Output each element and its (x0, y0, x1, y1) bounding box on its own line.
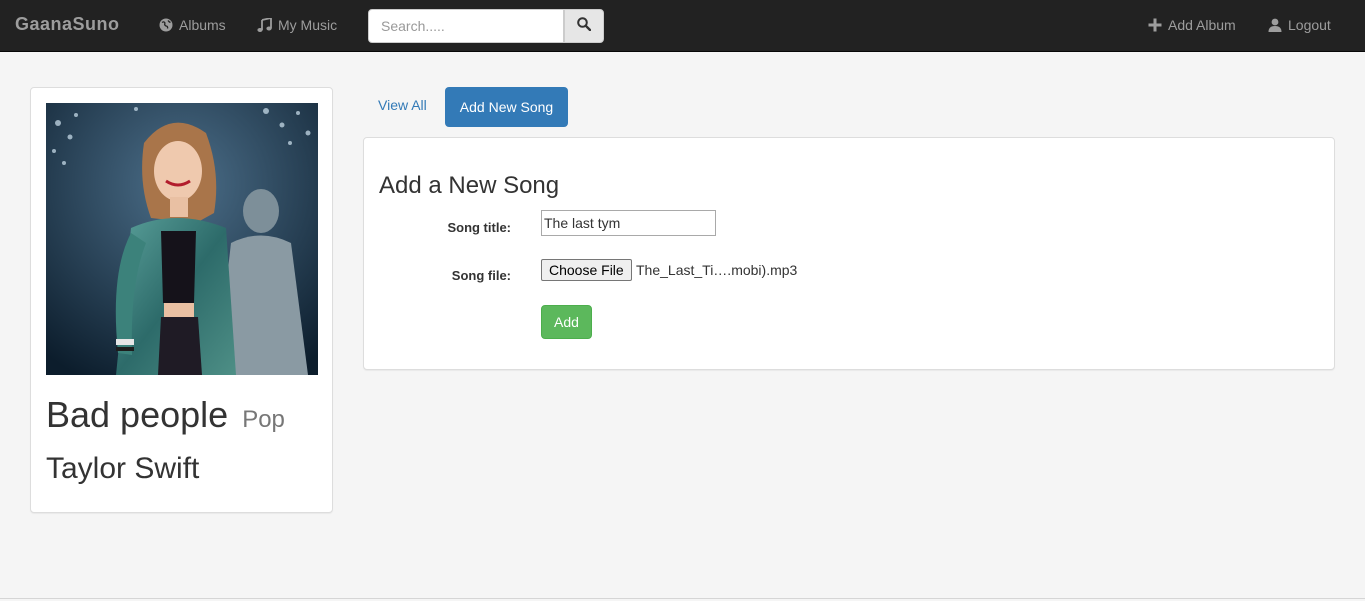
song-title-label: Song title: (447, 220, 511, 235)
album-title-text: Bad people (46, 394, 229, 435)
nav-logout[interactable]: Logout (1268, 17, 1331, 33)
tab-view-all[interactable]: View All (363, 87, 442, 127)
search-icon (577, 16, 592, 36)
nav-my-music[interactable]: My Music (257, 17, 337, 33)
nav-albums[interactable]: Albums (159, 17, 226, 33)
plus-icon (1148, 18, 1162, 32)
search-input[interactable] (368, 9, 564, 43)
choose-file-button[interactable]: Choose File (541, 259, 632, 281)
album-artist: Taylor Swift (46, 452, 200, 485)
add-song-form-panel: Add a New Song Song title: Song file: Ch… (363, 137, 1335, 370)
nav-logout-label: Logout (1288, 17, 1331, 33)
song-file-label: Song file: (451, 268, 511, 283)
globe-icon (159, 18, 173, 32)
song-title-input[interactable] (541, 210, 716, 236)
tab-add-new-song[interactable]: Add New Song (445, 87, 568, 127)
album-cover-image (46, 103, 318, 375)
nav-add-album[interactable]: Add Album (1148, 17, 1236, 33)
brand-logo[interactable]: GaanaSuno (15, 14, 120, 35)
top-navbar: GaanaSuno Albums My Music Add Album Logo… (0, 0, 1365, 52)
selected-file-name: The_Last_Ti….mobi).mp3 (636, 262, 798, 278)
add-song-submit-button[interactable]: Add (541, 305, 592, 339)
album-genre: Pop (242, 406, 285, 433)
footer-divider (0, 598, 1365, 599)
form-heading: Add a New Song (379, 172, 560, 199)
nav-my-music-label: My Music (278, 17, 338, 33)
album-panel: Bad people Pop Taylor Swift (30, 87, 333, 513)
search-button[interactable] (564, 9, 604, 43)
user-icon (1268, 18, 1282, 32)
nav-albums-label: Albums (179, 17, 226, 33)
music-note-icon (257, 18, 272, 32)
album-title: Bad people Pop (46, 394, 285, 436)
nav-add-album-label: Add Album (1168, 17, 1236, 33)
